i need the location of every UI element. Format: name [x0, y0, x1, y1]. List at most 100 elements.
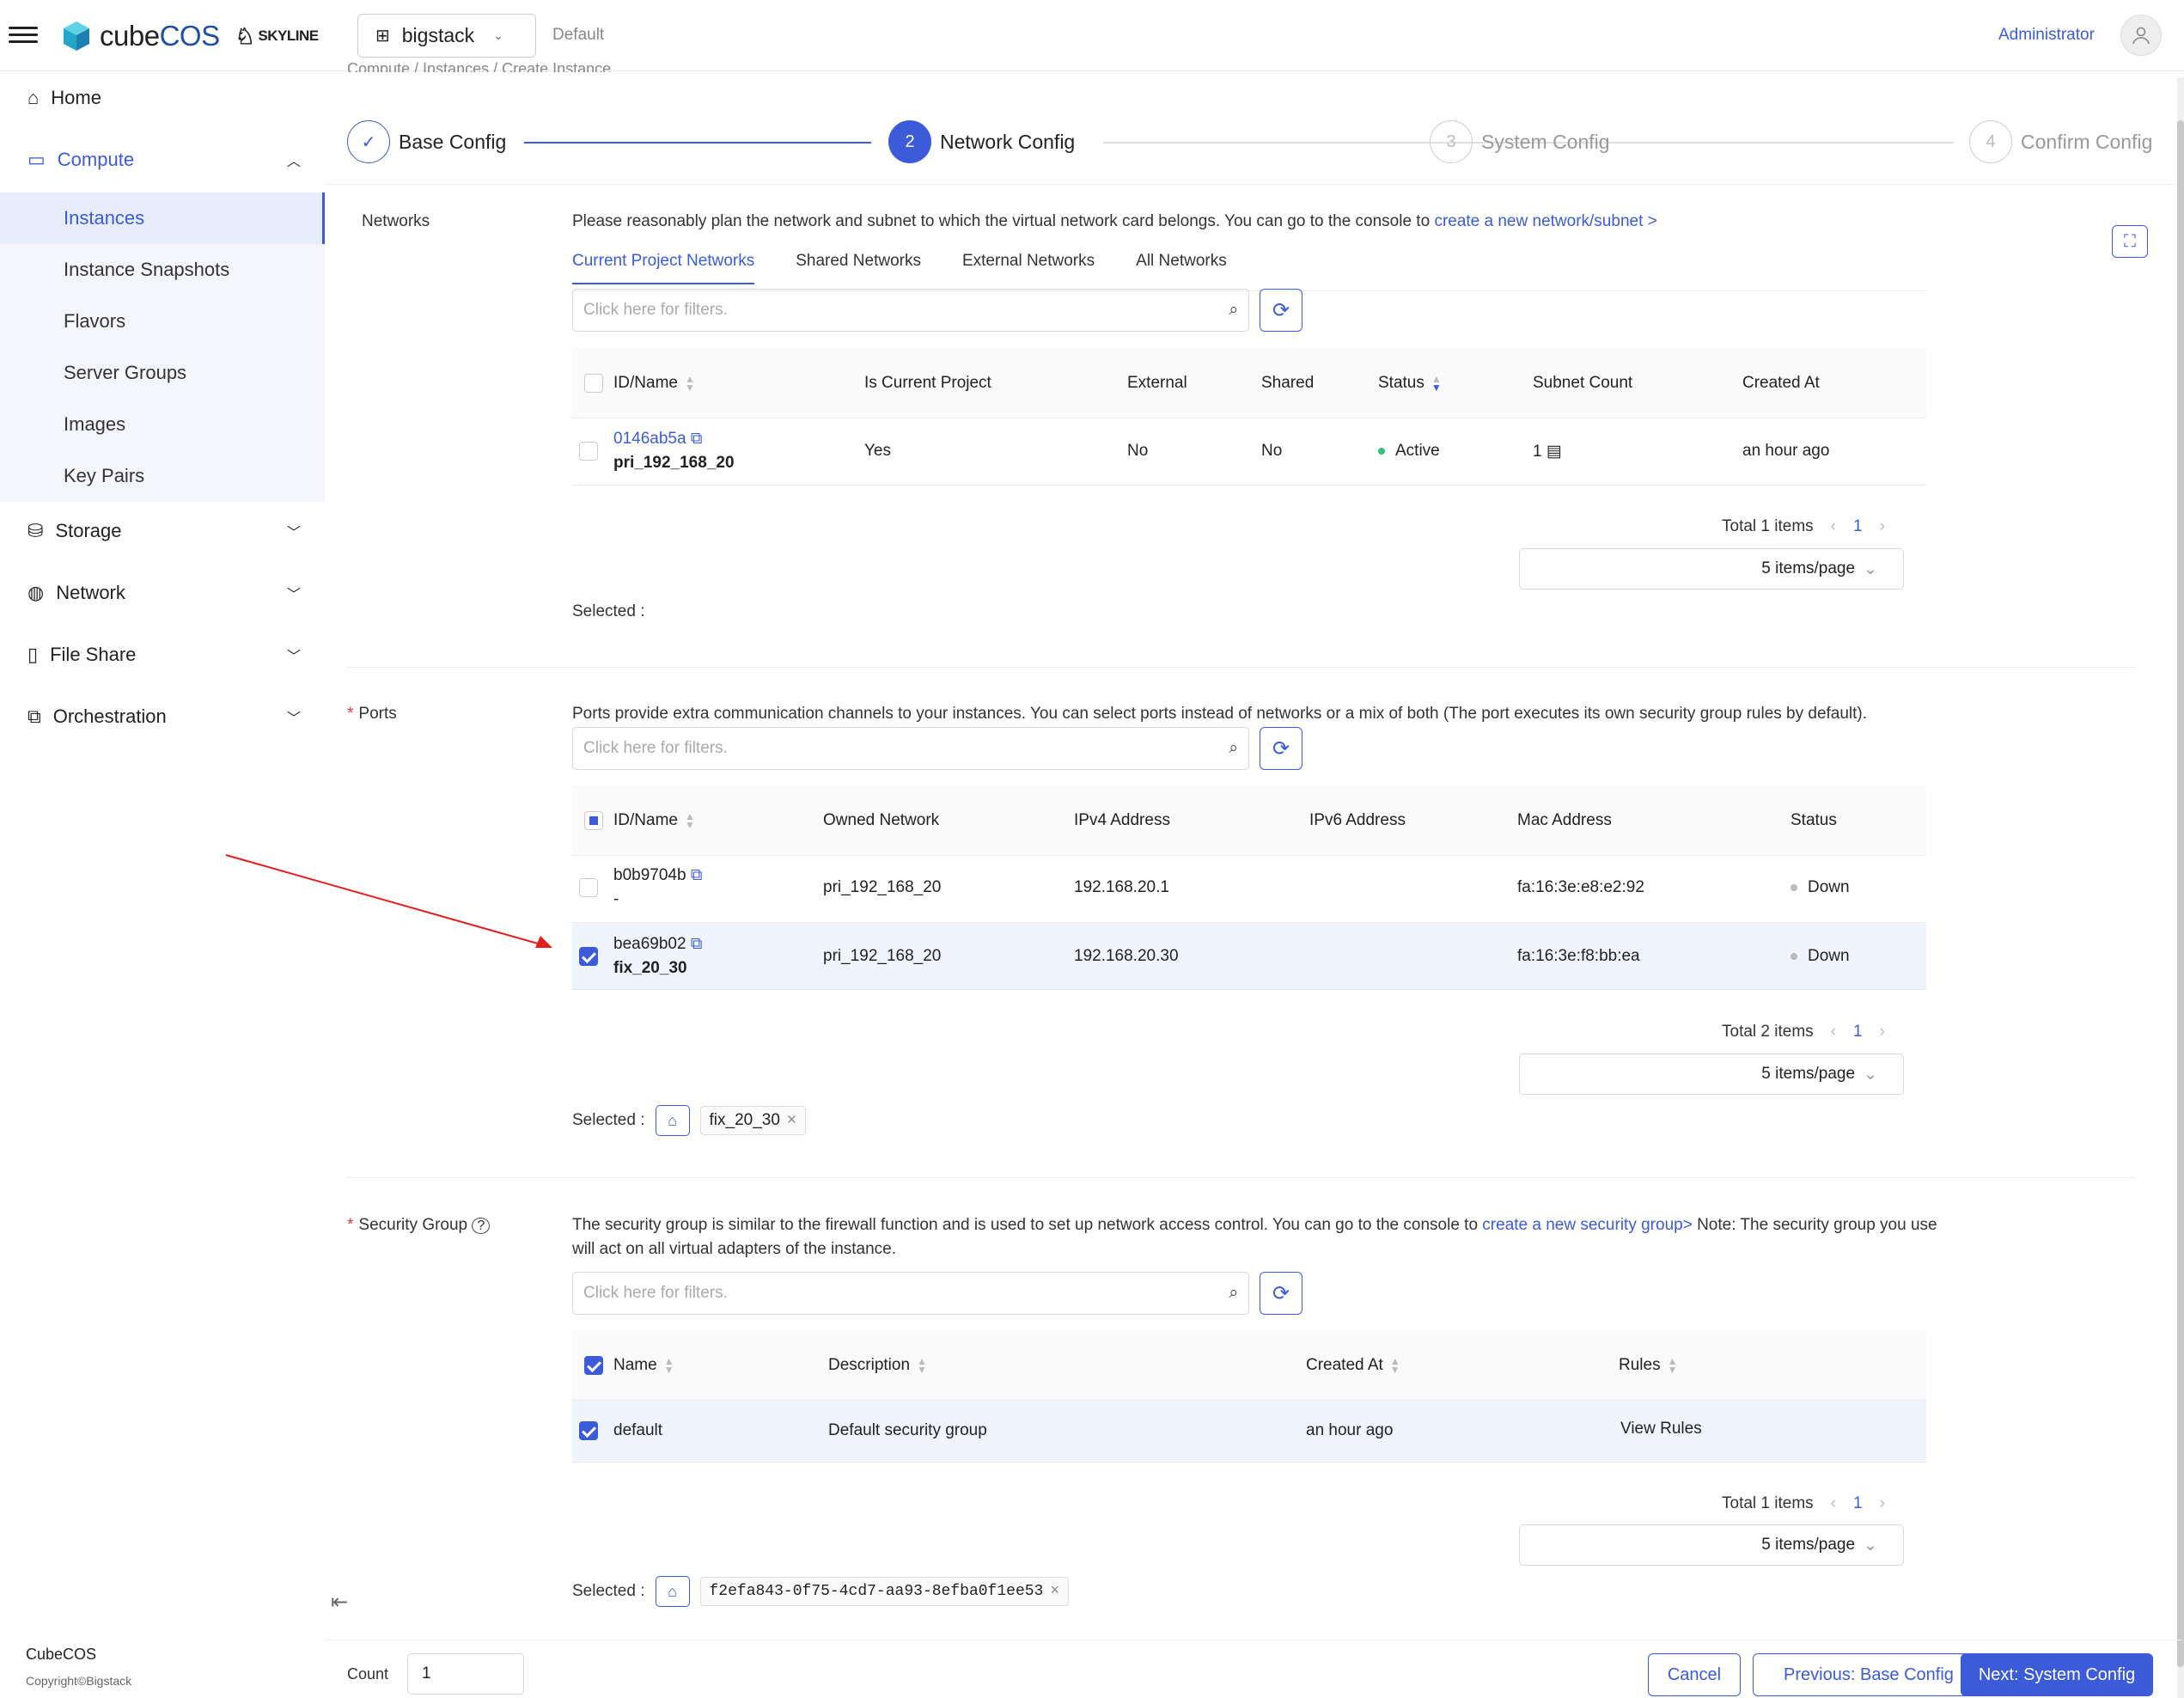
page-number[interactable]: 1 [1853, 517, 1863, 536]
security-group-description-cell: Default security group [828, 1421, 987, 1439]
port-type-icon: ⌂ [655, 1105, 690, 1136]
table-row[interactable]: bea69b02 ⧉ fix_20_30 pri_192_168_20 192.… [572, 923, 1926, 990]
ipv4-address: 192.168.20.1 [1074, 878, 1169, 896]
col-name[interactable]: Name ▲ ▼ [613, 1356, 674, 1375]
logo[interactable]: cubeCOS ♘ SKYLINE [62, 19, 319, 53]
project-selector[interactable]: ⊞ bigstack ⌄ [357, 14, 536, 58]
document-icon: ▤ [1546, 443, 1562, 461]
step-4-label: Confirm Config [2021, 131, 2153, 153]
select-all-checkbox[interactable] [584, 811, 603, 830]
create-security-group-link[interactable]: create a new security group> [1482, 1216, 1693, 1234]
copy-icon[interactable]: ⧉ [691, 866, 703, 884]
next-button[interactable]: Next: System Config [1961, 1653, 2153, 1696]
row-checkbox[interactable] [579, 1421, 598, 1440]
copy-icon[interactable]: ⧉ [691, 430, 703, 448]
step-connector [524, 142, 871, 144]
create-network-link[interactable]: create a new network/subnet > [1434, 212, 1656, 230]
col-created-at[interactable]: Created At ▲ ▼ [1306, 1356, 1400, 1375]
security-group-type-icon: ⌂ [655, 1576, 690, 1607]
previous-button[interactable]: Previous: Base Config [1753, 1653, 1985, 1696]
close-icon[interactable]: × [1050, 1583, 1059, 1600]
sidebar-item-compute[interactable]: ▭ Compute ︿ [0, 134, 325, 186]
sidebar-item-flavors[interactable]: Flavors [0, 296, 325, 347]
col-id-name[interactable]: ID/Name ▲ ▼ [613, 811, 695, 830]
col-id-name[interactable]: ID/Name ▲ ▼ [613, 374, 695, 393]
sidebar-label: Compute [57, 149, 135, 170]
sidebar-item-storage[interactable]: ⛁ Storage ﹀ [0, 505, 325, 557]
col-ipv6-address: IPv6 Address [1309, 811, 1406, 829]
status-dot-icon [1791, 883, 1797, 891]
select-all-checkbox[interactable] [584, 374, 603, 393]
subnet-count[interactable]: 1 ▤ [1533, 442, 1562, 461]
select-all-checkbox[interactable] [584, 1356, 603, 1375]
col-rules[interactable]: Rules ▲ ▼ [1619, 1356, 1677, 1375]
ports-page-size-select[interactable]: 5 items/page ⌄ [1519, 1054, 1904, 1095]
security-refresh-button[interactable]: ⟳ [1260, 1272, 1302, 1315]
networks-table-header: ID/Name ▲ ▼ Is Current Project External Sh… [572, 348, 1926, 418]
hamburger-menu-icon[interactable] [7, 22, 40, 50]
footer-copyright: Copyright©Bigstack [26, 1674, 132, 1688]
next-page-icon[interactable]: › [1880, 1494, 1885, 1513]
count-input[interactable]: 1 [407, 1653, 524, 1695]
col-external: External [1127, 374, 1187, 392]
monitor-icon: ▭ [27, 149, 46, 170]
prev-page-icon[interactable]: ‹ [1831, 1494, 1836, 1513]
sidebar-item-network[interactable]: ◍ Network ﹀ [0, 567, 325, 619]
security-filter-input[interactable]: Click here for filters. ⌕ [572, 1272, 1249, 1315]
table-row[interactable]: 0146ab5a ⧉ pri_192_168_20 Yes No No Acti… [572, 419, 1926, 486]
networks-refresh-button[interactable]: ⟳ [1260, 289, 1302, 332]
ports-pagination: Total 2 items ‹ 1 › [1722, 1023, 1885, 1041]
table-row[interactable]: default Default security group an hour a… [572, 1401, 1926, 1463]
chevron-down-icon: ﹀ [286, 526, 301, 541]
sidebar-item-key-pairs[interactable]: Key Pairs [0, 450, 325, 502]
help-icon[interactable]: ? [472, 1218, 491, 1234]
fullscreen-icon[interactable]: ⛶ [2112, 225, 2148, 258]
ports-table-header: ID/Name ▲ ▼ Owned Network IPv4 Address IPv… [572, 785, 1926, 856]
networks-filter-input[interactable]: Click here for filters. ⌕ [572, 289, 1249, 332]
security-table-header: Name ▲ ▼ Description ▲ ▼ Created At ▲ ▼ Rules ▲… [572, 1330, 1926, 1401]
page-number[interactable]: 1 [1853, 1494, 1863, 1513]
prev-page-icon[interactable]: ‹ [1831, 517, 1836, 536]
tab-shared-networks[interactable]: Shared Networks [796, 252, 921, 284]
collapse-sidebar-icon[interactable]: ⇤ [331, 1590, 348, 1615]
row-checkbox[interactable] [579, 878, 598, 897]
col-description[interactable]: Description ▲ ▼ [828, 1356, 927, 1375]
tab-all-networks[interactable]: All Networks [1136, 252, 1227, 284]
avatar[interactable] [2120, 15, 2162, 56]
row-checkbox[interactable] [579, 442, 598, 461]
networks-page-size-select[interactable]: 5 items/page ⌄ [1519, 548, 1904, 589]
page-number[interactable]: 1 [1853, 1023, 1863, 1041]
scrollbar[interactable] [2177, 77, 2184, 1698]
table-row[interactable]: b0b9704b ⧉ - pri_192_168_20 192.168.20.1… [572, 856, 1926, 923]
tab-current-project-networks[interactable]: Current Project Networks [572, 252, 755, 284]
close-icon[interactable]: × [787, 1111, 796, 1130]
prev-page-icon[interactable]: ‹ [1831, 1023, 1836, 1041]
copy-icon[interactable]: ⧉ [691, 935, 703, 953]
network-name: pri_192_168_20 [613, 454, 735, 472]
port-id[interactable]: bea69b02 ⧉ [613, 935, 702, 954]
view-rules-link[interactable]: View Rules [1620, 1420, 1702, 1438]
sidebar-item-server-groups[interactable]: Server Groups [0, 347, 325, 399]
sidebar-item-home[interactable]: ⌂ Home [0, 72, 325, 124]
user-menu[interactable]: Administrator [1998, 26, 2095, 45]
ports-refresh-button[interactable]: ⟳ [1260, 727, 1302, 770]
security-page-size-select[interactable]: 5 items/page ⌄ [1519, 1524, 1904, 1566]
next-page-icon[interactable]: › [1880, 1023, 1885, 1041]
ports-filter-input[interactable]: Click here for filters. ⌕ [572, 727, 1249, 770]
cancel-button[interactable]: Cancel [1648, 1653, 1741, 1696]
sidebar-item-images[interactable]: Images [0, 399, 325, 450]
sidebar-item-orchestration[interactable]: ⧉ Orchestration ﹀ [0, 691, 325, 742]
chevron-down-icon: ⌄ [1864, 1065, 1877, 1084]
refresh-icon: ⟳ [1272, 736, 1290, 760]
sidebar-item-file-share[interactable]: ▯ File Share ﹀ [0, 629, 325, 681]
network-tabs: Current Project Networks Shared Networks… [572, 252, 1227, 284]
sidebar-item-instances[interactable]: Instances [0, 192, 325, 244]
sidebar-item-instance-snapshots[interactable]: Instance Snapshots [0, 244, 325, 296]
next-page-icon[interactable]: › [1880, 517, 1885, 536]
row-checkbox[interactable] [579, 947, 598, 966]
col-status[interactable]: Status ▲ ▼ [1378, 374, 1442, 393]
port-id[interactable]: b0b9704b ⧉ [613, 866, 702, 885]
tab-external-networks[interactable]: External Networks [962, 252, 1095, 284]
total-items: Total 1 items [1722, 1494, 1814, 1512]
network-id-link[interactable]: 0146ab5a ⧉ [613, 430, 702, 449]
